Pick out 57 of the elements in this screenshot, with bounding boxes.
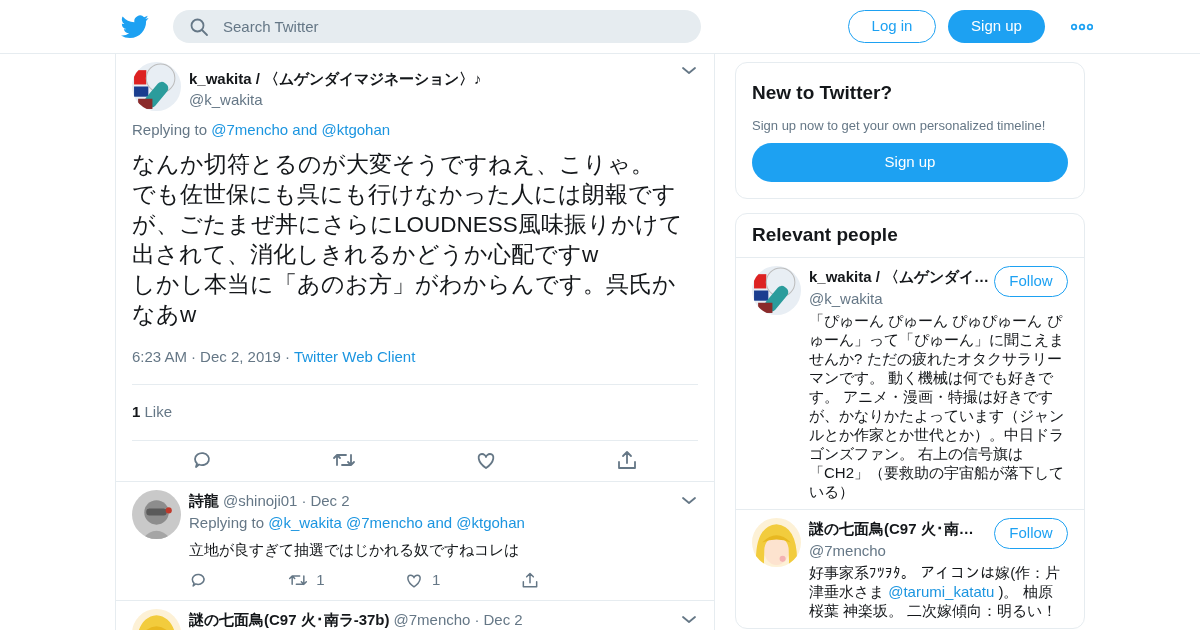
search-field[interactable]: Search Twitter <box>173 10 701 43</box>
card-subtitle: Sign up now to get your own personalized timeline! <box>752 116 1047 135</box>
retweet-count: 1 <box>316 570 325 591</box>
person-bio: ゅーん」って「ぴゅーん」に聞こえま <box>809 329 1065 349</box>
mention-link[interactable]: @k_wakita @7mencho and @ktgohan <box>268 514 525 532</box>
mention-link[interactable]: @7mencho and @ktgohan <box>211 121 391 139</box>
person-bio: ルとか作家とか世代とか）。中日ドラ <box>809 424 1065 444</box>
person-bio: が、かなりかたよっています（ジャン <box>809 405 1065 425</box>
signup-button[interactable]: Sign up <box>948 10 1045 43</box>
person-handle: @k_wakita <box>809 289 884 309</box>
mention-link[interactable]: @tarumi_katatu <box>888 582 995 600</box>
tweet-time: 6:23 AM <box>132 346 188 367</box>
person-name: 謎の七面鳥(C97 火･南… <box>809 518 975 539</box>
person-bio: 「CH2」（要救助の宇宙船が落下して <box>809 462 1065 482</box>
replying-label: Replying to <box>132 121 208 139</box>
person-bio: 「ぴゅーん ぴゅーん ぴゅぴゅーん ぴ <box>809 310 1064 330</box>
like-count: 1 <box>132 403 141 421</box>
search-icon <box>189 17 209 37</box>
replying-label: Replying to <box>189 514 265 532</box>
more-icon[interactable] <box>1071 22 1093 31</box>
source-link[interactable]: Twitter Web Client <box>293 345 416 369</box>
tweet-text: なんか切符とるのが大変そうですねえ、こりゃ。 <box>132 150 655 179</box>
separator-dot: · <box>284 346 290 367</box>
separator-dot: · <box>191 346 197 367</box>
separator-dot: · <box>301 490 307 511</box>
person-bio: す。 アニメ・漫画・特撮は好きです <box>809 386 1055 406</box>
tweet-text: 立地が良すぎて抽選ではじかれる奴ですねコレは <box>189 539 520 560</box>
author-name: 謎の七面鳥(C97 火･南ラ-37b) <box>189 609 390 630</box>
login-button[interactable]: Log in <box>848 10 936 43</box>
author-name: k_wakita / 〈ムゲンダイマジネーション〉♪ <box>189 70 483 89</box>
author-handle: @k_wakita <box>189 89 264 110</box>
person-bio: ゴンズファン。 右上の信号旗は <box>809 443 1025 463</box>
card-title: New to Twitter? <box>752 81 894 105</box>
person-bio: せんか? ただの疲れたオタクサラリー <box>809 348 1063 368</box>
person-bio: マンです。 動く機械は何でも好きで <box>809 367 1055 387</box>
tweet-date: Dec 2 <box>483 609 523 630</box>
tweet-text: しかし本当に「あのお方」がわからんです。呉氏かなあw <box>132 270 677 329</box>
follow-button[interactable]: Follow <box>994 265 1068 297</box>
follow-button[interactable]: Follow <box>994 517 1068 549</box>
person-bio: 津垂水さま @tarumi_katatu )。 柚原 <box>809 581 1054 601</box>
person-bio: いる） <box>809 481 855 501</box>
tweet-date: Dec 2, 2019 <box>200 346 281 367</box>
bird-logo-icon[interactable] <box>121 14 149 39</box>
separator-dot: · <box>474 609 480 630</box>
person-handle: @7mencho <box>809 541 887 561</box>
tweet-text: でも佐世保にも呉にも行けなかった人には朗報ですが、ごたまぜ丼にさらにLOUDNESS風味振りかけて出されて、消化しきれるかどうか心配ですw <box>132 180 684 269</box>
person-name: k_wakita / 〈ムゲンダイ… <box>809 266 991 287</box>
author-handle: @shinoji01 <box>223 490 298 511</box>
like-count: 1 <box>432 570 441 591</box>
author-name: 詩龍 <box>189 490 219 511</box>
card-title: Relevant people <box>736 214 1084 258</box>
person-bio: 好事家系ﾌﾂｦﾀ。 アイコンは嫁(作：片 <box>809 562 1062 582</box>
like-label: Like <box>144 403 173 421</box>
person-bio: 桜葉 神楽坂。 二次嫁傾向：明るい！ <box>809 600 1059 620</box>
author-handle: @7mencho <box>393 609 471 630</box>
tweet-date: Dec 2 <box>310 490 350 511</box>
signup-button[interactable]: Sign up <box>752 143 1068 182</box>
